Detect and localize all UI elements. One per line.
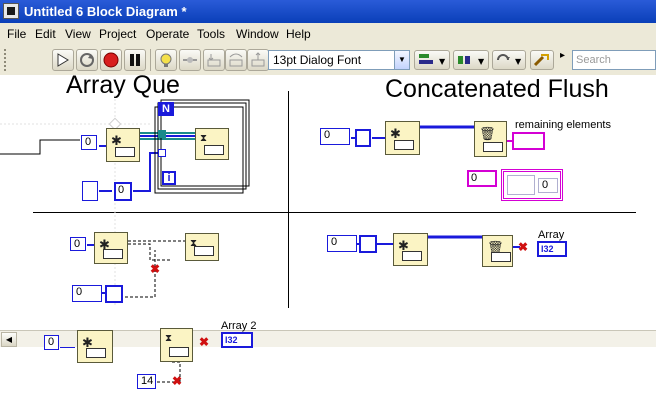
block-diagram-canvas[interactable]: Array Que Concatenated Flush 0 ✱ N ⧗ i 0…	[0, 75, 656, 330]
abort-icon[interactable]	[100, 49, 122, 71]
spinner-control[interactable]	[82, 181, 98, 201]
flush-queue-node[interactable]: 🗑	[474, 121, 507, 157]
array-index-control[interactable]: 0	[467, 170, 497, 187]
menu-view[interactable]: View	[65, 27, 91, 41]
obtain-queue-node[interactable]: ✱	[77, 330, 113, 363]
clean-up-diagram-icon[interactable]	[530, 50, 554, 70]
retain-wire-values-icon[interactable]	[179, 49, 201, 71]
queue-icon	[491, 252, 511, 262]
pause-icon[interactable]	[124, 49, 146, 71]
remaining-elements-indicator	[512, 132, 545, 150]
menu-edit[interactable]: Edit	[35, 27, 56, 41]
step-out-icon[interactable]	[247, 49, 269, 71]
label-remaining-elements: remaining elements	[515, 119, 611, 131]
array-container[interactable]: 0	[501, 169, 563, 201]
step-over-icon[interactable]	[225, 49, 247, 71]
broken-wire-icon: ✖	[518, 240, 529, 254]
toolbar-separator	[150, 49, 151, 71]
obtain-queue-node[interactable]: ✱	[393, 233, 428, 266]
queue-icon	[86, 348, 106, 358]
obtain-queue-node[interactable]: ✱	[94, 232, 128, 264]
numeric-indicator	[355, 129, 371, 147]
step-into-icon[interactable]	[203, 49, 225, 71]
tunnel-terminal	[158, 130, 166, 138]
numeric-indicator	[105, 285, 123, 303]
tunnel-terminal	[158, 149, 166, 157]
menu-operate[interactable]: Operate	[146, 27, 189, 41]
font-selector[interactable]: 13pt Dialog Font ▼	[268, 50, 410, 70]
svg-text:▼: ▼	[439, 57, 446, 66]
queue-icon	[483, 142, 503, 152]
trash-icon: 🗑	[479, 126, 496, 141]
enqueue-element-node[interactable]: ⧗	[185, 233, 219, 261]
numeric-control[interactable]: 0	[320, 128, 350, 145]
array-element-value: 0	[538, 178, 558, 193]
reorder-dropdown[interactable]: ▼	[492, 50, 526, 70]
loop-count-terminal[interactable]: N	[158, 102, 174, 116]
distribute-objects-dropdown[interactable]: ▼	[453, 50, 489, 70]
run-continuously-icon[interactable]	[76, 49, 98, 71]
numeric-control[interactable]: 0	[327, 235, 357, 252]
align-objects-dropdown[interactable]: ▼	[414, 50, 450, 70]
loop-iteration-terminal: i	[162, 171, 176, 185]
numeric-constant[interactable]: 0	[81, 135, 97, 150]
menu-help[interactable]: Help	[286, 27, 311, 41]
queue-icon	[394, 140, 414, 150]
toolbar-grip	[4, 49, 9, 71]
broken-wire-icon: ✖	[199, 335, 210, 349]
numeric-indicator	[359, 235, 377, 253]
numeric-constant[interactable]: 0	[70, 237, 86, 251]
numeric-constant[interactable]: 0	[44, 335, 59, 350]
chevron-down-icon[interactable]: ▼	[394, 51, 409, 69]
label-array-2: Array 2	[221, 320, 257, 332]
numeric-control[interactable]: 0	[114, 182, 132, 201]
dequeue-element-node[interactable]: ⧗	[160, 328, 193, 362]
hourglass-icon: ⧗	[200, 133, 208, 144]
window-title: Untitled 6 Block Diagram *	[24, 4, 187, 19]
menu-tools[interactable]: Tools	[197, 27, 225, 41]
numeric-constant[interactable]: 14	[137, 374, 156, 389]
broken-wire-icon: ✖	[150, 262, 161, 276]
svg-text:▼: ▼	[515, 57, 522, 66]
queue-icon	[194, 246, 214, 256]
title-bar: Untitled 6 Block Diagram *	[0, 0, 656, 23]
chevron-right-icon[interactable]: ▸	[560, 50, 565, 61]
enqueue-element-node[interactable]: ⧗	[195, 128, 229, 160]
labview-app-icon	[3, 3, 19, 19]
menu-bar: File Edit View Project Operate Tools Win…	[0, 23, 656, 45]
run-arrow-icon[interactable]	[52, 49, 74, 71]
array-indicator: I32	[537, 241, 567, 257]
queue-icon	[169, 347, 189, 357]
queue-icon	[103, 249, 123, 259]
font-selector-value: 13pt Dialog Font	[273, 53, 362, 67]
svg-text:▼: ▼	[478, 57, 485, 66]
queue-icon	[402, 251, 422, 261]
array-element-control	[507, 175, 535, 195]
obtain-queue-node[interactable]: ✱	[106, 128, 140, 162]
search-input[interactable]: Search	[572, 50, 656, 70]
flush-queue-node[interactable]: 🗑	[482, 235, 513, 267]
array-2-indicator: I32	[221, 332, 253, 348]
numeric-control[interactable]: 0	[72, 285, 102, 302]
scroll-left-arrow-icon[interactable]: ◀	[1, 332, 17, 347]
broken-wire-icon: ✖	[172, 374, 183, 388]
hourglass-icon: ⧗	[165, 333, 173, 344]
menu-project[interactable]: Project	[99, 27, 136, 41]
menu-window[interactable]: Window	[236, 27, 279, 41]
menu-file[interactable]: File	[7, 27, 26, 41]
obtain-queue-node[interactable]: ✱	[385, 121, 420, 155]
queue-icon	[115, 147, 135, 157]
highlight-execution-icon[interactable]	[155, 49, 177, 71]
label-array: Array	[538, 229, 565, 241]
queue-icon	[204, 145, 224, 155]
